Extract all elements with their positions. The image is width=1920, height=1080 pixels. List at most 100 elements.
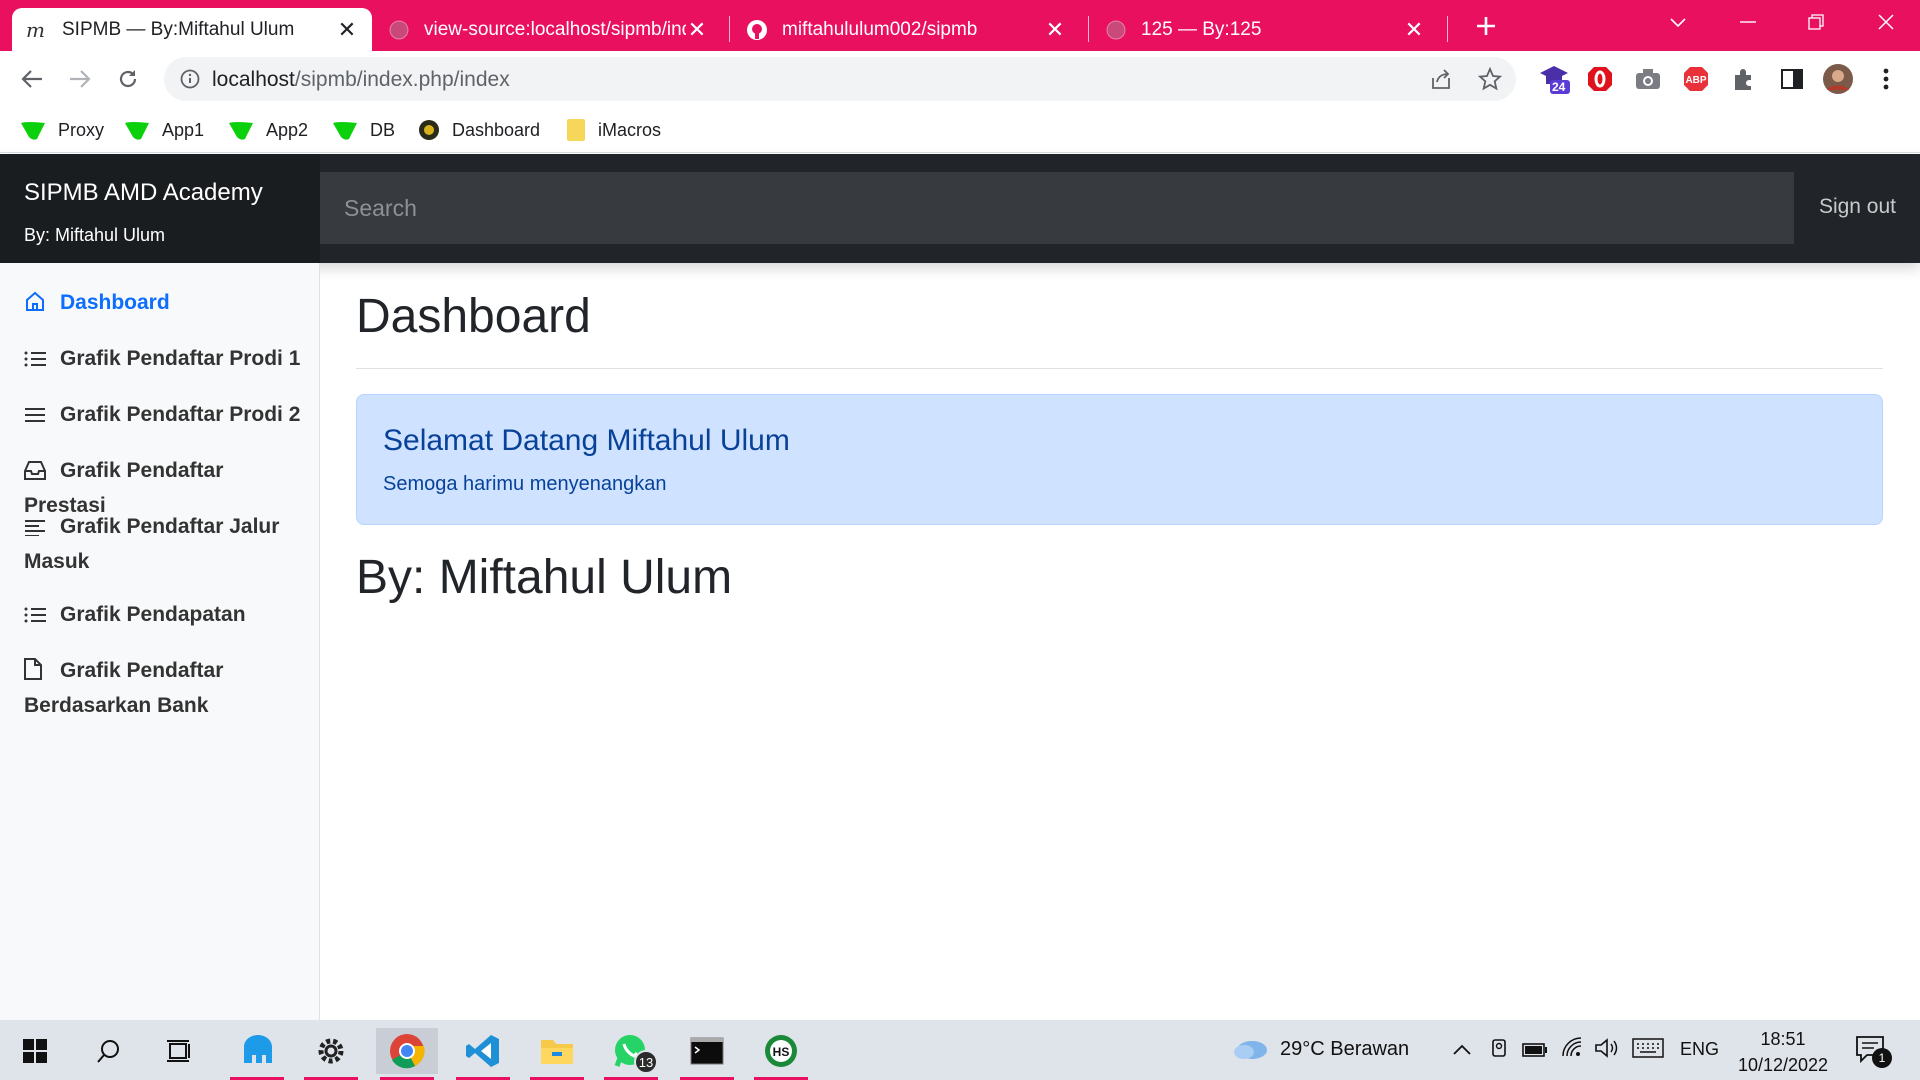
clock-time: 18:51 [1760, 1029, 1806, 1049]
list-icon [24, 602, 50, 634]
bookmark-proxy[interactable]: Proxy [20, 115, 104, 145]
search-input[interactable] [320, 172, 1794, 244]
reload-icon[interactable] [110, 61, 146, 97]
url-text: localhost/sipmb/index.php/index [212, 68, 510, 92]
opera-adblock-icon[interactable] [1584, 63, 1616, 95]
close-tab-icon[interactable]: ✕ [1044, 17, 1066, 43]
tab-sipmb[interactable]: m SIPMB — By:Miftahul Ulum ✕ [12, 8, 372, 51]
sidebar-item-bank[interactable]: Grafik Pendaftar Berdasarkan Bank [24, 655, 309, 722]
sidebar-item-prodi-1[interactable]: Grafik Pendaftar Prodi 1 [24, 343, 309, 378]
windows-taskbar: 13 HS 29°C Berawan ENG 18:51 10/12/2022 … [0, 1020, 1920, 1080]
svg-text:m: m [26, 21, 45, 39]
bookmark-label: Dashboard [452, 119, 541, 140]
whatsapp-icon[interactable]: 13 [600, 1028, 662, 1080]
back-arrow-icon[interactable] [14, 61, 50, 97]
share-icon[interactable] [1430, 68, 1452, 95]
tab-github[interactable]: miftahululum002/sipmb ✕ [732, 8, 1080, 51]
windows-start-icon[interactable] [4, 1028, 66, 1074]
forward-arrow-icon[interactable] [62, 61, 98, 97]
keyboard-icon[interactable] [1632, 1038, 1664, 1064]
sidebar-item-dashboard[interactable]: Dashboard [24, 287, 309, 322]
input-language[interactable]: ENG [1680, 1039, 1719, 1060]
kebab-menu-icon[interactable] [1870, 63, 1902, 95]
close-tab-icon[interactable]: ✕ [686, 17, 708, 43]
globe-icon [1105, 19, 1127, 41]
globe-icon [388, 19, 410, 41]
close-tab-icon[interactable]: ✕ [1403, 17, 1425, 43]
bookmark-star-icon[interactable] [1477, 66, 1503, 96]
brand[interactable]: SIPMB AMD Academy By: Miftahul Ulum [0, 154, 320, 263]
side-panel-icon[interactable] [1776, 63, 1808, 95]
svg-text:ABP: ABP [1685, 75, 1706, 86]
address-bar[interactable]: localhost/sipmb/index.php/index [164, 57, 1516, 101]
tab-divider [1088, 16, 1089, 42]
adblock-plus-icon[interactable]: ABP [1680, 63, 1712, 95]
home-icon [24, 290, 50, 322]
bookmark-app2[interactable]: App2 [228, 115, 308, 145]
elephant-app-icon[interactable] [226, 1028, 288, 1080]
search-icon[interactable] [78, 1028, 140, 1074]
chrome-icon[interactable] [376, 1028, 438, 1080]
task-view-icon[interactable] [148, 1028, 210, 1074]
divider [356, 368, 1883, 369]
vscode-icon[interactable] [452, 1028, 514, 1080]
weather-text[interactable]: 29°C Berawan [1280, 1038, 1409, 1061]
browser-toolbar: localhost/sipmb/index.php/index 24 ABP [0, 51, 1920, 107]
heidisql-icon[interactable]: HS [750, 1028, 812, 1080]
bookmark-db[interactable]: DB [332, 115, 395, 145]
sidebar-item-pendapatan[interactable]: Grafik Pendapatan [24, 599, 309, 634]
bookmark-label: DB [370, 119, 396, 140]
alert-heading: Selamat Datang Miftahul Ulum [383, 424, 790, 457]
tab-125[interactable]: 125 — By:125 ✕ [1091, 8, 1439, 51]
new-tab-plus-icon[interactable] [1468, 10, 1504, 42]
inbox-icon [24, 458, 50, 490]
sidebar-item-label: Grafik Pendaftar Berdasarkan Bank [24, 659, 224, 717]
tab-title: view-source:localhost/sipmb/ind [424, 18, 686, 40]
sign-out-link[interactable]: Sign out [1819, 195, 1896, 219]
mediawiki-favicon-icon: m [26, 19, 48, 41]
url-path: /sipmb/index.php/index [294, 68, 510, 91]
file-explorer-icon[interactable] [526, 1028, 588, 1080]
whatsapp-badge: 13 [634, 1050, 658, 1074]
meet-now-icon[interactable] [1490, 1038, 1508, 1066]
extension-badge: 24 [1552, 80, 1566, 94]
wifi-icon[interactable] [1560, 1036, 1584, 1064]
close-tab-icon[interactable]: ✕ [336, 17, 358, 43]
extension-graduation-icon[interactable]: 24 [1538, 63, 1570, 95]
site-info-icon[interactable] [180, 69, 200, 94]
tab-view-source[interactable]: view-source:localhost/sipmb/ind ✕ [374, 8, 722, 51]
settings-gear-icon[interactable] [300, 1028, 362, 1080]
green-leaf-icon [332, 119, 358, 141]
tab-search-chevron-icon[interactable] [1648, 0, 1708, 44]
volume-icon[interactable] [1594, 1037, 1620, 1065]
battery-icon[interactable] [1522, 1040, 1548, 1063]
bookmark-label: Proxy [58, 119, 105, 140]
bookmark-imacros[interactable]: iMacros [566, 115, 661, 145]
bookmark-app1[interactable]: App1 [124, 115, 204, 145]
notification-center-icon[interactable]: 1 [1856, 1036, 1892, 1070]
green-leaf-icon [228, 119, 254, 141]
alert-text: Semoga harimu menyenangkan [383, 473, 667, 495]
clock[interactable]: 18:51 10/12/2022 [1720, 1026, 1846, 1078]
profile-avatar[interactable] [1822, 63, 1854, 95]
github-icon [746, 19, 768, 41]
extensions-puzzle-icon[interactable] [1728, 63, 1760, 95]
sidebar: Dashboard Grafik Pendaftar Prodi 1 Grafi… [0, 263, 320, 1020]
restore-icon[interactable] [1786, 0, 1846, 44]
minimize-icon[interactable] [1718, 0, 1778, 44]
sidebar-item-prodi-2[interactable]: Grafik Pendaftar Prodi 2 [24, 399, 309, 434]
bookmark-dashboard[interactable]: Dashboard [418, 115, 540, 145]
author-heading: By: Miftahul Ulum [356, 551, 733, 604]
sidebar-item-label: Grafik Pendaftar Prestasi [24, 459, 224, 517]
welcome-alert: Selamat Datang Miftahul Ulum Semoga hari… [356, 394, 1883, 525]
weather-cloud-icon[interactable] [1232, 1036, 1268, 1066]
sidebar-item-jalur-masuk[interactable]: Grafik Pendaftar Jalur Masuk [24, 511, 309, 578]
bookmark-label: App2 [266, 119, 309, 140]
chevron-up-icon[interactable] [1452, 1040, 1472, 1063]
terminal-icon[interactable] [676, 1028, 738, 1080]
tab-title: SIPMB — By:Miftahul Ulum [62, 18, 295, 40]
close-window-icon[interactable] [1856, 0, 1916, 44]
camera-icon[interactable] [1632, 63, 1664, 95]
bookmark-label: App1 [162, 119, 205, 140]
browser-tab-strip: m SIPMB — By:Miftahul Ulum ✕ view-source… [0, 0, 1920, 51]
